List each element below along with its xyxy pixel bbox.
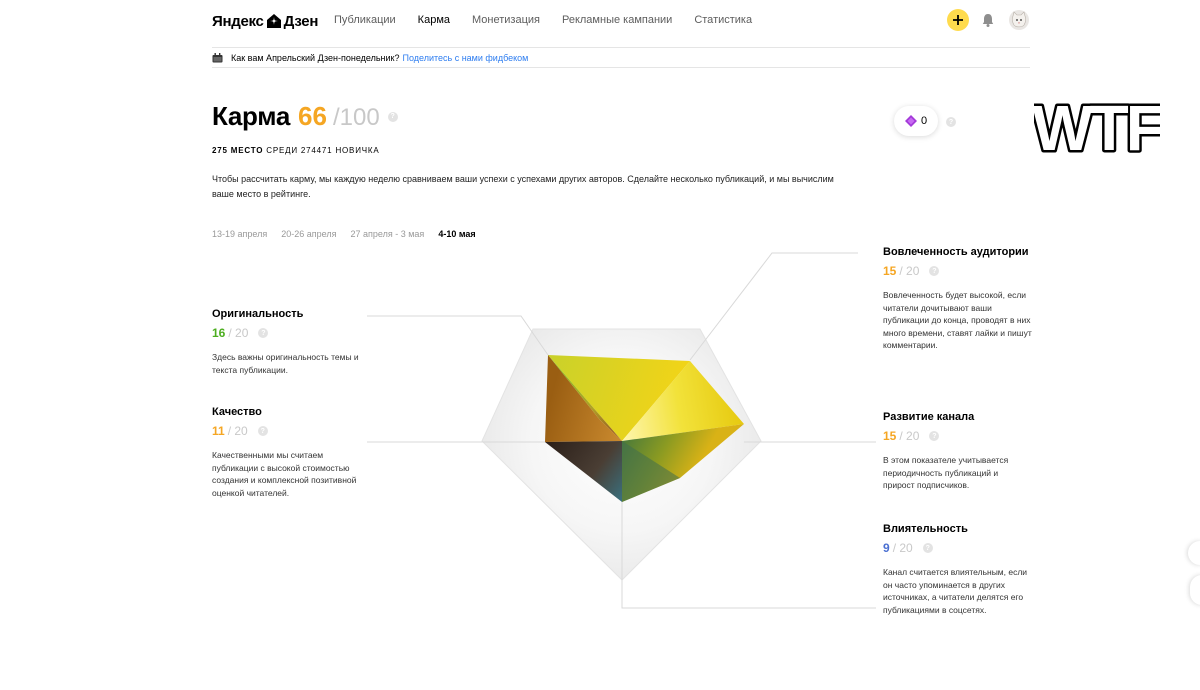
metric-max: / 20 bbox=[899, 264, 920, 278]
radar-gem bbox=[545, 355, 744, 502]
karma-max: /100 bbox=[332, 104, 380, 131]
nav-item-statistics[interactable]: Статистика bbox=[694, 14, 752, 26]
tab-week-4[interactable]: 4-10 мая bbox=[438, 229, 475, 239]
metric-max: / 20 bbox=[228, 326, 249, 340]
calendar-gift-icon bbox=[212, 52, 223, 62]
rank-line: 275 место среди 274471 новичка bbox=[212, 146, 379, 155]
purple-gem-icon bbox=[904, 115, 917, 127]
bell-icon bbox=[982, 14, 994, 27]
metric-desc: Канал считается влиятельным, если он час… bbox=[883, 567, 1028, 615]
svg-text:WTF: WTF bbox=[1034, 96, 1160, 158]
metric-title: Развитие канала bbox=[883, 411, 975, 423]
nav-item-publications[interactable]: Публикации bbox=[334, 14, 396, 26]
metric-desc: В этом показателе учитывается периодично… bbox=[883, 455, 1009, 490]
nav-item-monetization[interactable]: Монетизация bbox=[472, 14, 540, 26]
tab-week-3[interactable]: 27 апреля - 3 мая bbox=[351, 229, 425, 239]
header-actions bbox=[947, 9, 1029, 31]
metric-engagement: Вовлеченность аудитории 15 / 20 ? Вовлеч… bbox=[883, 246, 1043, 352]
metric-title: Вовлеченность аудитории bbox=[883, 246, 1029, 258]
wtf-overlay-text: WTF bbox=[1034, 96, 1160, 158]
main-nav: Публикации Карма Монетизация Рекламные к… bbox=[334, 14, 774, 26]
metric-max: / 20 bbox=[227, 424, 248, 438]
karma-title: Карма 66 /100 ? bbox=[212, 101, 398, 132]
rank-place: 275 место bbox=[212, 146, 264, 155]
zen-logo-icon bbox=[266, 14, 281, 28]
karma-help-icon[interactable]: ? bbox=[387, 111, 398, 122]
nav-item-karma[interactable]: Карма bbox=[418, 14, 450, 26]
metric-originality: Оригинальность 16 / 20 ? Здесь важны ори… bbox=[212, 308, 372, 376]
metric-score: 11 / 20 ? bbox=[212, 424, 372, 438]
metric-value: 16 bbox=[212, 326, 226, 340]
feedback-link[interactable]: Поделитесь с нами фидбеком bbox=[402, 53, 528, 63]
yandex-zen-logo[interactable]: Яндекс Дзен bbox=[212, 11, 318, 31]
metric-channel-growth: Развитие канала 15 / 20 ? В этом показат… bbox=[883, 411, 1043, 492]
karma-score: 66 bbox=[298, 101, 327, 131]
metric-title: Качество bbox=[212, 406, 262, 418]
help-icon[interactable]: ? bbox=[257, 426, 268, 436]
rank-rest: среди 274471 новичка bbox=[266, 146, 380, 155]
gem-counter[interactable]: 0 bbox=[894, 106, 938, 136]
radar-leader-lines bbox=[367, 252, 876, 609]
metric-score: 15 / 20 ? bbox=[883, 429, 1043, 443]
tab-week-2[interactable]: 20-26 апреля bbox=[281, 229, 336, 239]
metric-max: / 20 bbox=[892, 541, 913, 555]
side-widget-edge[interactable] bbox=[1188, 541, 1200, 565]
metric-score: 15 / 20 ? bbox=[883, 264, 1043, 278]
metric-title: Влиятельность bbox=[883, 523, 968, 535]
metric-value: 11 bbox=[212, 424, 225, 438]
logo-text-yandex: Яндекс bbox=[212, 12, 264, 30]
notice-text: Как вам Апрельский Дзен-понедельник? bbox=[231, 52, 400, 63]
metric-desc: Здесь важны оригинальность темы и текста… bbox=[212, 352, 359, 375]
metric-score: 16 / 20 ? bbox=[212, 326, 372, 340]
help-icon[interactable]: ? bbox=[922, 543, 933, 553]
cat-avatar-icon bbox=[1012, 11, 1026, 28]
metric-desc: Вовлеченность будет высокой, если читате… bbox=[883, 290, 1032, 350]
metric-influence: Влиятельность 9 / 20 ? Канал считается в… bbox=[883, 523, 1043, 616]
help-icon[interactable]: ? bbox=[929, 431, 940, 441]
metric-value: 15 bbox=[883, 429, 897, 443]
karma-label: Карма bbox=[212, 101, 291, 131]
gem-help-icon[interactable]: ? bbox=[946, 117, 956, 127]
metric-value: 9 bbox=[883, 541, 890, 555]
metric-desc: Качественными мы считаем публикации с вы… bbox=[212, 450, 357, 498]
metric-title: Оригинальность bbox=[212, 308, 304, 320]
metric-quality: Качество 11 / 20 ? Качественными мы счит… bbox=[212, 406, 372, 499]
side-widget-edge[interactable] bbox=[1190, 575, 1200, 605]
metric-max: / 20 bbox=[899, 429, 920, 443]
week-tabs: 13-19 апреля 20-26 апреля 27 апреля - 3 … bbox=[212, 229, 490, 239]
karma-intro: Чтобы рассчитать карму, мы каждую неделю… bbox=[212, 174, 834, 199]
radar-background bbox=[481, 328, 762, 581]
top-header: Яндекс Дзен Публикации Карма Монетизация… bbox=[0, 0, 1200, 42]
plus-icon bbox=[953, 15, 963, 25]
tab-week-1[interactable]: 13-19 апреля bbox=[212, 229, 267, 239]
nav-item-ad-campaigns[interactable]: Рекламные кампании bbox=[562, 14, 672, 26]
gem-count: 0 bbox=[920, 115, 928, 127]
notifications-button[interactable] bbox=[981, 12, 995, 28]
user-avatar[interactable] bbox=[1009, 10, 1029, 30]
create-button[interactable] bbox=[947, 9, 969, 31]
metric-value: 15 bbox=[883, 264, 897, 278]
help-icon[interactable]: ? bbox=[258, 328, 269, 338]
feedback-notice: Как вам Апрельский Дзен-понедельник? Под… bbox=[212, 47, 1030, 68]
help-icon[interactable]: ? bbox=[929, 266, 940, 276]
metric-score: 9 / 20 ? bbox=[883, 541, 1043, 555]
logo-text-zen: Дзен bbox=[283, 12, 319, 30]
